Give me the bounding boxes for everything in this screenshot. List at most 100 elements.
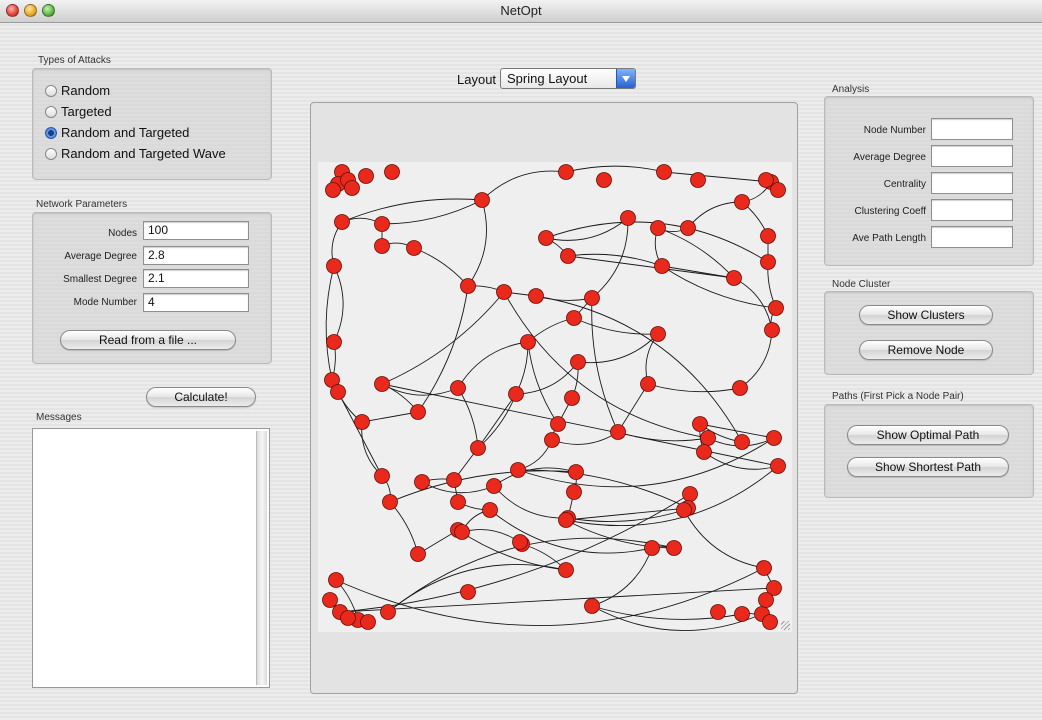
graph-node[interactable] <box>360 614 376 630</box>
graph-node[interactable] <box>406 240 422 256</box>
graph-node[interactable] <box>454 524 470 540</box>
graph-node[interactable] <box>528 288 544 304</box>
graph-node[interactable] <box>374 238 390 254</box>
graph-node[interactable] <box>512 534 528 550</box>
mode-number-field[interactable]: 4 <box>143 293 249 312</box>
graph-node[interactable] <box>328 572 344 588</box>
calculate-button[interactable]: Calculate! <box>146 387 256 407</box>
graph-node[interactable] <box>326 258 342 274</box>
graph-node[interactable] <box>654 258 670 274</box>
graph-node[interactable] <box>322 592 338 608</box>
graph-node[interactable] <box>656 164 672 180</box>
graph-node[interactable] <box>710 604 726 620</box>
node-number-field[interactable] <box>931 118 1013 140</box>
graph-node[interactable] <box>696 444 712 460</box>
graph-node[interactable] <box>550 416 566 432</box>
clustering-coeff-field[interactable] <box>931 199 1013 221</box>
graph-node[interactable] <box>460 278 476 294</box>
graph-node[interactable] <box>770 182 786 198</box>
graph-node[interactable] <box>450 494 466 510</box>
radio-random[interactable] <box>45 84 57 97</box>
graph-node[interactable] <box>558 512 574 528</box>
graph-node[interactable] <box>566 484 582 500</box>
messages-scrollbar[interactable] <box>256 431 267 685</box>
graph-node[interactable] <box>734 194 750 210</box>
remove-node-button[interactable]: Remove Node <box>859 340 993 360</box>
graph-node[interactable] <box>482 502 498 518</box>
graph-node[interactable] <box>690 172 706 188</box>
graph-node[interactable] <box>620 210 636 226</box>
graph-node[interactable] <box>474 192 490 208</box>
graph-node[interactable] <box>758 592 774 608</box>
graph-node[interactable] <box>374 376 390 392</box>
graph-node[interactable] <box>650 220 666 236</box>
graph-node[interactable] <box>770 458 786 474</box>
graph-node[interactable] <box>700 430 716 446</box>
graph-node[interactable] <box>610 424 626 440</box>
centrality-field[interactable] <box>931 172 1013 194</box>
graph-node[interactable] <box>410 546 426 562</box>
graph-node[interactable] <box>538 230 554 246</box>
graph-node[interactable] <box>596 172 612 188</box>
graph-node[interactable] <box>584 598 600 614</box>
graph-node[interactable] <box>640 376 656 392</box>
radio-targeted[interactable] <box>45 105 57 118</box>
attack-option-random-targeted-wave[interactable]: Random and Targeted Wave <box>45 146 226 161</box>
graph-node[interactable] <box>756 560 772 576</box>
graph-node[interactable] <box>520 334 536 350</box>
graph-node[interactable] <box>568 464 584 480</box>
graph-node[interactable] <box>325 182 341 198</box>
graph-node[interactable] <box>692 416 708 432</box>
graph-node[interactable] <box>764 322 780 338</box>
graph-node[interactable] <box>358 168 374 184</box>
graph-node[interactable] <box>732 380 748 396</box>
graph-node[interactable] <box>510 462 526 478</box>
graph-node[interactable] <box>760 228 776 244</box>
graph-node[interactable] <box>486 478 502 494</box>
graph-node[interactable] <box>650 326 666 342</box>
graph-node[interactable] <box>326 334 342 350</box>
graph-node[interactable] <box>330 384 346 400</box>
graph-node[interactable] <box>768 300 784 316</box>
graph-node[interactable] <box>446 472 462 488</box>
graph-node[interactable] <box>450 380 466 396</box>
graph-node[interactable] <box>726 270 742 286</box>
graph-node[interactable] <box>666 540 682 556</box>
graph-node[interactable] <box>680 220 696 236</box>
radio-random-targeted[interactable] <box>45 126 57 139</box>
graph-node[interactable] <box>734 434 750 450</box>
nodes-field[interactable]: 100 <box>143 221 249 240</box>
graph-node[interactable] <box>564 390 580 406</box>
graph-node[interactable] <box>470 440 486 456</box>
ave-path-length-field[interactable] <box>931 226 1013 248</box>
graph-node[interactable] <box>344 180 360 196</box>
graph-node[interactable] <box>382 494 398 510</box>
smallest-degree-field[interactable]: 2.1 <box>143 269 249 288</box>
graph-node[interactable] <box>558 164 574 180</box>
graph-node[interactable] <box>508 386 524 402</box>
graph-node[interactable] <box>766 430 782 446</box>
graph-node[interactable] <box>644 540 660 556</box>
graph-node[interactable] <box>374 468 390 484</box>
radio-random-targeted-wave[interactable] <box>45 147 57 160</box>
graph-node[interactable] <box>384 164 400 180</box>
graph-node[interactable] <box>374 216 390 232</box>
resize-grip-icon[interactable] <box>781 621 790 630</box>
graph-node[interactable] <box>734 606 750 622</box>
show-clusters-button[interactable]: Show Clusters <box>859 305 993 325</box>
graph-node[interactable] <box>584 290 600 306</box>
graph-node[interactable] <box>354 414 370 430</box>
layout-select[interactable]: Spring Layout <box>500 68 636 89</box>
graph-node[interactable] <box>682 486 698 502</box>
graph-node[interactable] <box>380 604 396 620</box>
graph-node[interactable] <box>340 610 356 626</box>
attack-option-random-targeted[interactable]: Random and Targeted <box>45 125 189 140</box>
graph-node[interactable] <box>558 562 574 578</box>
graph-node[interactable] <box>544 432 560 448</box>
graph-node[interactable] <box>676 502 692 518</box>
network-canvas[interactable] <box>318 162 792 632</box>
graph-node[interactable] <box>334 214 350 230</box>
messages-area[interactable] <box>32 428 270 688</box>
graph-node[interactable] <box>762 614 778 630</box>
read-from-file-button[interactable]: Read from a file ... <box>60 330 236 350</box>
